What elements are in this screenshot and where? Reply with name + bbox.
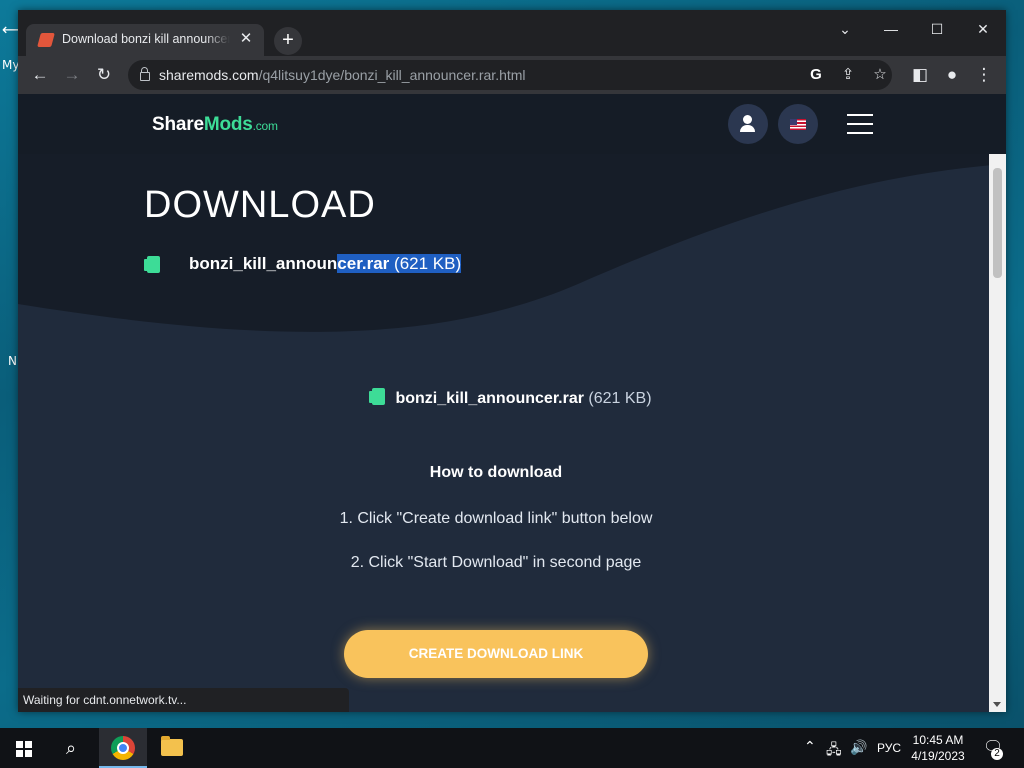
file-name: bonzi_kill_announcer.rar [395, 390, 584, 407]
minimize-button[interactable]: — [871, 16, 911, 42]
tab-strip: Download bonzi kill announcer.rar ✕ + ⌄ … [18, 10, 1006, 56]
new-tab-button[interactable]: + [274, 27, 302, 55]
profile-icon[interactable]: ● [937, 60, 967, 90]
user-icon-body [740, 125, 755, 132]
file-icon [144, 256, 160, 273]
file-name-selected: cer.rar [337, 254, 390, 273]
bookmark-star-icon[interactable]: ☆ [868, 63, 892, 87]
how-to-title: How to download [429, 464, 563, 481]
lock-icon[interactable] [140, 67, 150, 81]
folder-icon [161, 736, 183, 756]
tab-search-button[interactable]: ⌄ [825, 16, 865, 42]
taskbar: ⌕ ⌃ 🖧 🔊 РУС 10:45 AM 4/19/2023 🗨 2 [0, 728, 1024, 768]
url-path: /q4litsuy1dye/bonzi_kill_announcer.rar.h… [258, 67, 526, 83]
logo-mods: Mods [203, 114, 253, 135]
status-bar: Waiting for cdnt.onnetwork.tv... [18, 688, 349, 712]
close-icon[interactable]: ✕ [236, 29, 256, 49]
browser-window: Download bonzi kill announcer.rar ✕ + ⌄ … [18, 10, 1006, 712]
reload-button[interactable]: ↻ [89, 60, 119, 90]
back-button[interactable]: ← [25, 60, 55, 90]
side-panel-icon[interactable]: ◧ [905, 60, 935, 90]
browser-toolbar: ← → ↻ sharemods.com/q4litsuy1dye/bonzi_k… [18, 56, 1006, 94]
tray-chevron-up-icon[interactable]: ⌃ [804, 738, 816, 755]
taskbar-file-explorer[interactable] [149, 728, 195, 768]
create-download-link-button[interactable]: CREATE DOWNLOAD LINK [344, 630, 648, 678]
file-info: bonzi_kill_announcer.rar (621 KB) [18, 386, 1006, 408]
taskbar-chrome[interactable] [99, 728, 147, 768]
chrome-icon [111, 736, 135, 760]
desktop-icon-label[interactable]: My [2, 58, 19, 72]
language-button[interactable] [778, 104, 818, 144]
clock-date: 4/19/2023 [911, 749, 965, 763]
start-button[interactable] [0, 728, 46, 768]
page-scrollbar[interactable] [989, 154, 1006, 712]
us-flag-icon [790, 119, 806, 130]
google-lens-icon[interactable]: G [804, 63, 828, 87]
desktop-icon-label[interactable]: N [8, 354, 17, 368]
window-close-button[interactable]: ✕ [963, 16, 1003, 42]
user-icon [743, 115, 752, 124]
user-account-button[interactable] [728, 104, 768, 144]
logo-tld: .com [252, 119, 278, 133]
file-name-part: bonzi_kill_announ [189, 254, 338, 273]
tab-title: Download bonzi kill announcer.rar [62, 32, 230, 46]
tab-active[interactable]: Download bonzi kill announcer.rar ✕ [26, 24, 264, 56]
scroll-down-arrow-icon[interactable] [993, 702, 1001, 707]
file-icon [369, 388, 386, 405]
clock-time: 10:45 AM [912, 733, 964, 747]
volume-icon[interactable]: 🔊 [850, 739, 867, 756]
share-icon[interactable]: ⇪ [836, 63, 860, 87]
site-header: ShareMods.com [18, 94, 1006, 154]
address-bar[interactable]: sharemods.com/q4litsuy1dye/bonzi_kill_an… [128, 60, 892, 90]
instruction-step-2: 2. Click "Start Download" in second page [350, 554, 642, 571]
forward-button[interactable]: → [57, 60, 87, 90]
menu-kebab-icon[interactable]: ⋮ [969, 60, 999, 90]
url-host: sharemods.com [159, 67, 259, 83]
sharemods-favicon-icon [37, 33, 55, 47]
search-icon[interactable]: ⌕ [48, 728, 94, 768]
language-indicator[interactable]: РУС [877, 741, 901, 755]
maximize-button[interactable]: ☐ [917, 16, 957, 42]
sharemods-logo[interactable]: ShareMods.com [152, 114, 278, 136]
hamburger-menu-icon[interactable] [847, 114, 873, 134]
logo-share: Share [152, 114, 204, 135]
page-title: DOWNLOAD [144, 184, 376, 226]
notification-badge: 2 [991, 748, 1003, 760]
clock[interactable]: 10:45 AM 4/19/2023 [900, 732, 976, 764]
page-viewport: ShareMods.com DOWNLOAD bonzi_kill_announ… [18, 94, 1006, 712]
windows-logo-icon [16, 741, 32, 757]
url-text[interactable]: sharemods.com/q4litsuy1dye/bonzi_kill_an… [159, 67, 526, 83]
file-name-heading: bonzi_kill_announcer.rar (621 KB) [189, 254, 462, 274]
network-icon[interactable]: 🖧 [826, 739, 842, 763]
instruction-step-1: 1. Click "Create download link" button b… [339, 510, 653, 527]
file-size: (621 KB) [394, 254, 462, 273]
scrollbar-thumb[interactable] [993, 168, 1002, 278]
file-size: (621 KB) [588, 390, 652, 407]
